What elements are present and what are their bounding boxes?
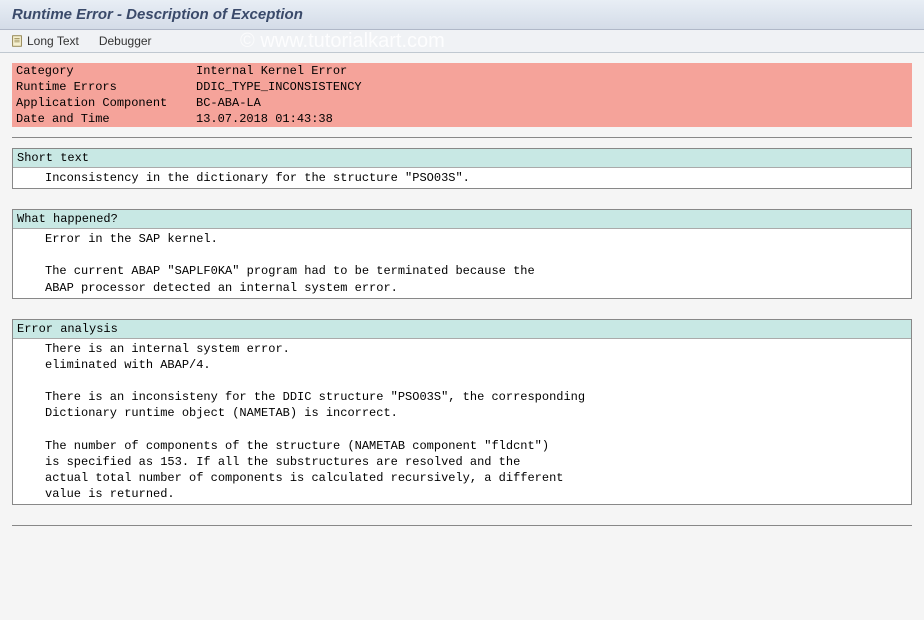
short-text-line: Inconsistency in the dictionary for the … bbox=[13, 170, 911, 186]
what-happened-section: What happened? Error in the SAP kernel. … bbox=[12, 209, 912, 299]
runtime-errors-label: Runtime Errors bbox=[12, 79, 192, 95]
runtime-errors-value: DDIC_TYPE_INCONSISTENCY bbox=[192, 79, 912, 95]
error-analysis-section: Error analysis There is an internal syst… bbox=[12, 319, 912, 506]
document-icon bbox=[10, 34, 24, 48]
info-row-runtime-errors: Runtime Errors DDIC_TYPE_INCONSISTENCY bbox=[12, 79, 912, 95]
what-line4: ABAP processor detected an internal syst… bbox=[13, 280, 911, 296]
what-happened-header: What happened? bbox=[13, 210, 911, 229]
long-text-button[interactable]: Long Text bbox=[10, 34, 79, 48]
category-value: Internal Kernel Error bbox=[192, 63, 912, 79]
ea-line1: There is an internal system error. bbox=[13, 341, 911, 357]
info-table: Category Internal Kernel Error Runtime E… bbox=[12, 63, 912, 127]
separator bbox=[12, 137, 912, 138]
ea-line9: actual total number of components is cal… bbox=[13, 470, 911, 486]
debugger-button[interactable]: Debugger bbox=[99, 34, 152, 48]
info-row-datetime: Date and Time 13.07.2018 01:43:38 bbox=[12, 111, 912, 127]
short-text-header: Short text bbox=[13, 149, 911, 168]
datetime-value: 13.07.2018 01:43:38 bbox=[192, 111, 912, 127]
ea-line4: There is an inconsisteny for the DDIC st… bbox=[13, 389, 911, 405]
ea-line2: eliminated with ABAP/4. bbox=[13, 357, 911, 373]
short-text-section: Short text Inconsistency in the dictiona… bbox=[12, 148, 912, 189]
short-text-body: Inconsistency in the dictionary for the … bbox=[13, 168, 911, 188]
info-row-app-component: Application Component BC-ABA-LA bbox=[12, 95, 912, 111]
ea-line5: Dictionary runtime object (NAMETAB) is i… bbox=[13, 405, 911, 421]
ea-line7: The number of components of the structur… bbox=[13, 438, 911, 454]
ea-line8: is specified as 153. If all the substruc… bbox=[13, 454, 911, 470]
app-component-label: Application Component bbox=[12, 95, 192, 111]
what-line3: The current ABAP "SAPLF0KA" program had … bbox=[13, 263, 911, 279]
long-text-label: Long Text bbox=[27, 34, 79, 48]
toolbar: Long Text Debugger bbox=[0, 30, 924, 53]
window-header: Runtime Error - Description of Exception bbox=[0, 0, 924, 30]
app-component-value: BC-ABA-LA bbox=[192, 95, 912, 111]
ea-line10: value is returned. bbox=[13, 486, 911, 502]
page-title: Runtime Error - Description of Exception bbox=[12, 6, 912, 23]
ea-line6 bbox=[13, 422, 911, 438]
category-label: Category bbox=[12, 63, 192, 79]
datetime-label: Date and Time bbox=[12, 111, 192, 127]
info-row-category: Category Internal Kernel Error bbox=[12, 63, 912, 79]
debugger-label: Debugger bbox=[99, 34, 152, 48]
main-content: Category Internal Kernel Error Runtime E… bbox=[0, 53, 924, 546]
what-line1: Error in the SAP kernel. bbox=[13, 231, 911, 247]
error-analysis-body: There is an internal system error. elimi… bbox=[13, 339, 911, 505]
error-analysis-header: Error analysis bbox=[13, 320, 911, 339]
ea-line3 bbox=[13, 373, 911, 389]
separator-bottom bbox=[12, 525, 912, 526]
what-line2 bbox=[13, 247, 911, 263]
what-happened-body: Error in the SAP kernel. The current ABA… bbox=[13, 229, 911, 298]
